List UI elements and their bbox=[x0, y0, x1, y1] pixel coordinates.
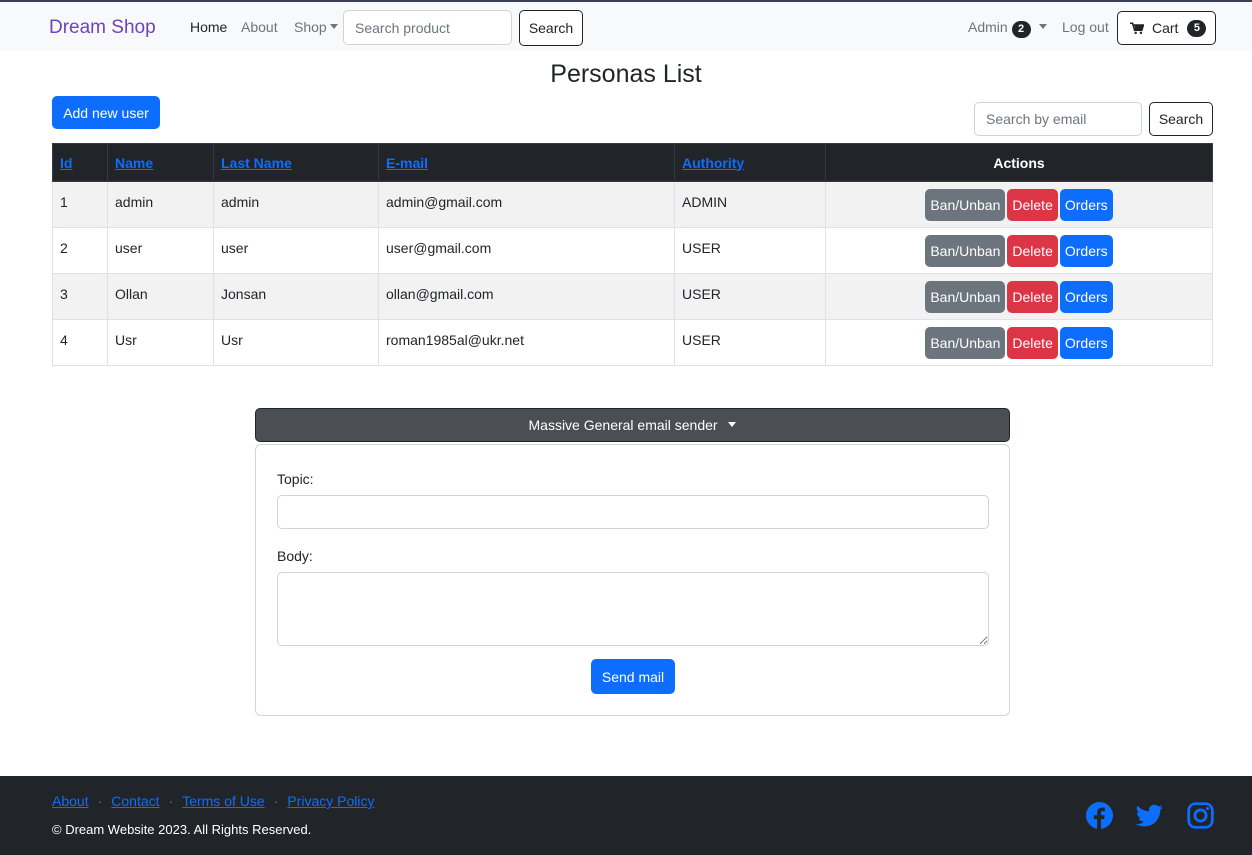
cart-icon bbox=[1130, 21, 1144, 34]
ban-unban-button[interactable]: Ban/Unban bbox=[925, 235, 1006, 267]
footer-terms-link[interactable]: Terms of Use bbox=[182, 793, 264, 809]
cell-last-name: Usr bbox=[213, 319, 379, 366]
chevron-down-icon bbox=[1039, 24, 1048, 29]
table-row: 4 Usr Usr roman1985al@ukr.net USER Ban/U… bbox=[52, 319, 1213, 366]
chevron-down-icon bbox=[728, 422, 737, 427]
cell-authority: USER bbox=[674, 227, 826, 274]
cell-email: ollan@gmail.com bbox=[378, 273, 675, 320]
cell-actions: Ban/Unban Delete Orders bbox=[825, 181, 1213, 228]
cell-id: 2 bbox=[52, 227, 108, 274]
footer: About · Contact · Terms of Use · Privacy Polic… bbox=[0, 776, 1252, 855]
cell-email: user@gmail.com bbox=[378, 227, 675, 274]
email-sender-form: Topic: Body: Send mail bbox=[255, 444, 1010, 716]
ban-unban-button[interactable]: Ban/Unban bbox=[925, 281, 1006, 313]
sort-authority-link[interactable]: Authority bbox=[682, 155, 744, 171]
table-row: 2 user user user@gmail.com USER Ban/Unba… bbox=[52, 227, 1213, 274]
email-search-button[interactable]: Search bbox=[1149, 102, 1213, 136]
column-header-email[interactable]: E-mail bbox=[378, 143, 675, 182]
ban-unban-button[interactable]: Ban/Unban bbox=[925, 327, 1006, 359]
cell-actions: Ban/Unban Delete Orders bbox=[825, 319, 1213, 366]
body-label: Body: bbox=[277, 548, 313, 564]
cart-count-badge: 5 bbox=[1187, 19, 1207, 37]
cell-authority: USER bbox=[674, 273, 826, 320]
nav-home-link[interactable]: Home bbox=[190, 19, 227, 35]
brand-logo-link[interactable]: Dream Shop bbox=[49, 17, 156, 39]
cell-last-name: admin bbox=[213, 181, 379, 228]
nav-shop-label: Shop bbox=[294, 19, 327, 35]
column-header-name[interactable]: Name bbox=[107, 143, 214, 182]
footer-about-link[interactable]: About bbox=[52, 793, 89, 809]
admin-notification-badge: 2 bbox=[1011, 21, 1031, 38]
cell-actions: Ban/Unban Delete Orders bbox=[825, 227, 1213, 274]
email-sender-toggle-label: Massive General email sender bbox=[528, 417, 718, 433]
cell-id: 4 bbox=[52, 319, 108, 366]
orders-button[interactable]: Orders bbox=[1059, 235, 1113, 267]
chevron-down-icon bbox=[329, 24, 338, 29]
column-header-authority[interactable]: Authority bbox=[674, 143, 826, 182]
copyright-text: © Dream Website 2023. All Rights Reserve… bbox=[52, 822, 312, 837]
orders-button[interactable]: Orders bbox=[1059, 327, 1113, 359]
orders-button[interactable]: Orders bbox=[1059, 189, 1113, 221]
topic-label: Topic: bbox=[277, 471, 314, 487]
table-row: 3 Ollan Jonsan ollan@gmail.com USER Ban/… bbox=[52, 273, 1213, 320]
footer-contact-link[interactable]: Contact bbox=[111, 793, 159, 809]
ban-unban-button[interactable]: Ban/Unban bbox=[925, 189, 1006, 221]
orders-button[interactable]: Orders bbox=[1059, 281, 1113, 313]
sort-last-name-link[interactable]: Last Name bbox=[221, 155, 292, 171]
sort-id-link[interactable]: Id bbox=[60, 155, 72, 171]
cart-label: Cart bbox=[1152, 20, 1179, 36]
cell-email: admin@gmail.com bbox=[378, 181, 675, 228]
column-header-last-name[interactable]: Last Name bbox=[213, 143, 379, 182]
cell-id: 3 bbox=[52, 273, 108, 320]
cell-name: Usr bbox=[107, 319, 214, 366]
email-sender-toggle[interactable]: Massive General email sender bbox=[255, 408, 1010, 442]
table-row: 1 admin admin admin@gmail.com ADMIN Ban/… bbox=[52, 181, 1213, 228]
cell-authority: USER bbox=[674, 319, 826, 366]
body-textarea[interactable] bbox=[277, 572, 989, 646]
footer-separator: · bbox=[168, 793, 174, 809]
delete-button[interactable]: Delete bbox=[1007, 327, 1058, 359]
nav-shop-dropdown[interactable]: Shop bbox=[294, 19, 338, 35]
cell-last-name: Jonsan bbox=[213, 273, 379, 320]
delete-button[interactable]: Delete bbox=[1007, 281, 1058, 313]
cell-email: roman1985al@ukr.net bbox=[378, 319, 675, 366]
cart-button[interactable]: Cart 5 bbox=[1117, 11, 1216, 45]
column-header-actions: Actions bbox=[825, 143, 1213, 182]
page-title: Personas List bbox=[550, 60, 702, 88]
admin-label: Admin bbox=[968, 19, 1008, 35]
delete-button[interactable]: Delete bbox=[1007, 235, 1058, 267]
product-search-button[interactable]: Search bbox=[519, 10, 583, 46]
admin-dropdown[interactable]: Admin 2 bbox=[968, 19, 1048, 38]
sort-name-link[interactable]: Name bbox=[115, 155, 153, 171]
column-header-id[interactable]: Id bbox=[52, 143, 108, 182]
cell-actions: Ban/Unban Delete Orders bbox=[825, 273, 1213, 320]
footer-links: About · Contact · Terms of Use · Privacy Polic… bbox=[52, 793, 374, 809]
cell-name: Ollan bbox=[107, 273, 214, 320]
product-search-input[interactable] bbox=[343, 10, 512, 45]
logout-link[interactable]: Log out bbox=[1062, 19, 1109, 35]
top-navbar: Dream Shop Home About Shop Search Admin … bbox=[0, 0, 1252, 51]
add-user-button[interactable]: Add new user bbox=[52, 96, 160, 129]
send-mail-button[interactable]: Send mail bbox=[591, 659, 675, 694]
nav-about-link[interactable]: About bbox=[241, 19, 278, 35]
table-header-row: Id Name Last Name E-mail Authority Actio… bbox=[52, 143, 1213, 182]
footer-separator: · bbox=[273, 793, 279, 809]
email-search-input[interactable] bbox=[974, 102, 1142, 136]
cell-id: 1 bbox=[52, 181, 108, 228]
footer-separator: · bbox=[97, 793, 103, 809]
twitter-icon[interactable] bbox=[1136, 802, 1163, 829]
delete-button[interactable]: Delete bbox=[1007, 189, 1058, 221]
cell-name: user bbox=[107, 227, 214, 274]
topic-input[interactable] bbox=[277, 495, 989, 529]
cell-name: admin bbox=[107, 181, 214, 228]
instagram-icon[interactable] bbox=[1187, 802, 1214, 829]
cell-last-name: user bbox=[213, 227, 379, 274]
facebook-icon[interactable] bbox=[1086, 802, 1113, 829]
sort-email-link[interactable]: E-mail bbox=[386, 155, 428, 171]
footer-privacy-link[interactable]: Privacy Policy bbox=[287, 793, 374, 809]
cell-authority: ADMIN bbox=[674, 181, 826, 228]
users-table: Id Name Last Name E-mail Authority Actio… bbox=[52, 143, 1213, 366]
